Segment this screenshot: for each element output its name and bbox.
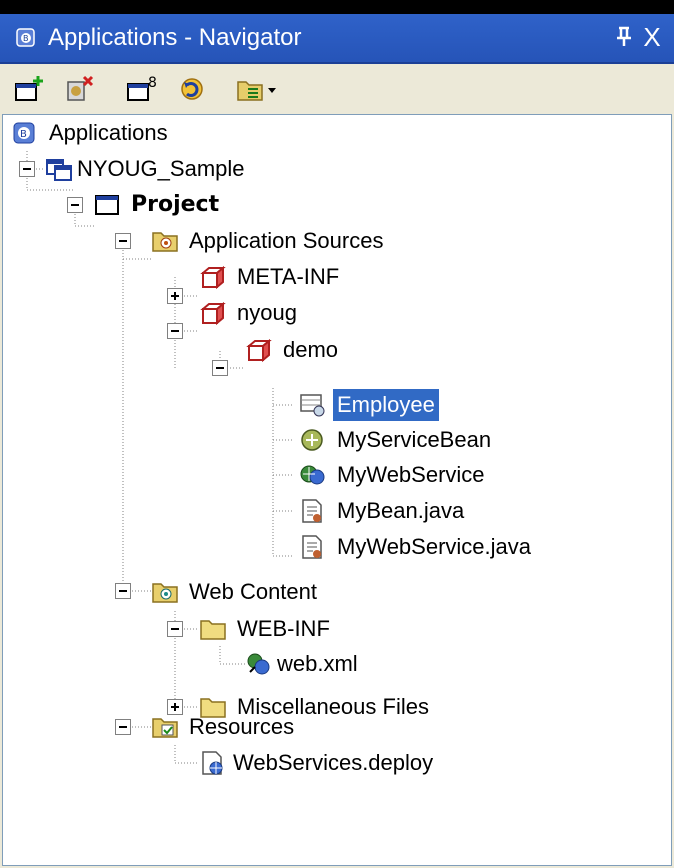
view-dropdown-icon bbox=[237, 81, 276, 101]
collapse-toggle[interactable] bbox=[67, 197, 83, 213]
web-service-icon bbox=[300, 465, 325, 485]
svg-text:B: B bbox=[23, 34, 29, 43]
view-dropdown-button[interactable] bbox=[236, 74, 286, 104]
tree-label: WEB-INF bbox=[237, 616, 330, 641]
tree-label: Web Content bbox=[189, 579, 318, 604]
tree-label: Application Sources bbox=[189, 228, 384, 253]
tree-label: Applications bbox=[49, 120, 168, 145]
new-project-icon: 8 bbox=[127, 75, 157, 101]
tree-label: Resources bbox=[189, 714, 295, 739]
new-application-button[interactable] bbox=[14, 74, 48, 104]
service-bean-icon bbox=[301, 429, 323, 451]
tree-label: NYOUG_Sample bbox=[77, 156, 245, 181]
applications-icon: B bbox=[16, 28, 35, 47]
pin-button[interactable] bbox=[612, 22, 636, 52]
refresh-button[interactable] bbox=[176, 74, 210, 104]
tree-label: MyServiceBean bbox=[337, 427, 492, 452]
tree-label: MyWebService.java bbox=[337, 534, 531, 559]
collapse-toggle[interactable] bbox=[115, 719, 131, 735]
project-icon bbox=[95, 195, 119, 215]
pin-icon bbox=[617, 26, 631, 46]
collapse-toggle[interactable] bbox=[115, 233, 131, 249]
resources-folder-icon bbox=[152, 718, 178, 738]
package-icon bbox=[200, 265, 226, 290]
collapse-toggle[interactable] bbox=[167, 323, 183, 339]
svg-text:8: 8 bbox=[148, 75, 157, 91]
close-button[interactable]: X bbox=[640, 22, 664, 52]
collapse-toggle[interactable] bbox=[212, 360, 228, 376]
collapse-toggle[interactable] bbox=[19, 161, 35, 177]
tree-label: Employee bbox=[332, 388, 440, 422]
tree-label: MyWebService bbox=[337, 462, 485, 487]
expand-toggle[interactable] bbox=[167, 288, 183, 304]
workspace-icon bbox=[46, 159, 72, 181]
tree-label: WebServices.deploy bbox=[233, 750, 434, 775]
tree-label: MyBean.java bbox=[337, 498, 465, 523]
xml-file-icon bbox=[247, 653, 270, 675]
web-folder-icon bbox=[152, 583, 178, 603]
refresh-icon bbox=[181, 78, 203, 100]
source-folder-icon bbox=[152, 232, 178, 252]
remove-button[interactable] bbox=[64, 74, 98, 104]
toolbar: 8 bbox=[0, 64, 674, 114]
tree-label: web.xml bbox=[277, 651, 358, 676]
applications-icon: B bbox=[13, 122, 35, 144]
folder-icon bbox=[200, 620, 226, 640]
new-app-icon bbox=[15, 76, 43, 101]
svg-text:B: B bbox=[20, 129, 27, 140]
java-file-icon bbox=[302, 499, 322, 523]
remove-icon bbox=[67, 75, 94, 101]
navigator-panel: B Applications - Navigator X 8 B Applica… bbox=[0, 14, 674, 868]
collapse-toggle[interactable] bbox=[115, 583, 131, 599]
tree-label: Project bbox=[131, 192, 220, 217]
panel-title: Applications - Navigator bbox=[48, 24, 302, 51]
tree-label: nyoug bbox=[237, 300, 297, 325]
package-icon bbox=[200, 301, 226, 326]
entity-icon bbox=[300, 394, 325, 417]
new-project-button[interactable]: 8 bbox=[126, 74, 160, 104]
application-tree: B Applications NYOUG_Sample Project Appl… bbox=[2, 114, 672, 866]
java-file-icon bbox=[302, 535, 322, 559]
deployment-file-icon bbox=[202, 751, 223, 775]
title-bar: B Applications - Navigator X bbox=[0, 14, 674, 64]
collapse-toggle[interactable] bbox=[167, 621, 183, 637]
tree-label: demo bbox=[283, 337, 339, 362]
expand-toggle[interactable] bbox=[167, 699, 183, 715]
tree-label: META-INF bbox=[237, 264, 340, 289]
package-icon bbox=[246, 338, 272, 363]
